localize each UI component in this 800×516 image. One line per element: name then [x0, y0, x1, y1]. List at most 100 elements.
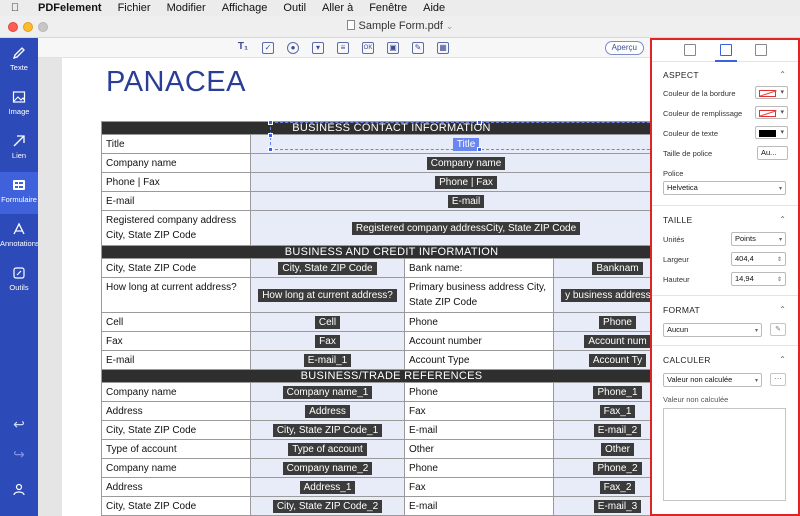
tab-align-icon[interactable] [684, 44, 696, 56]
button-icon[interactable]: OK [362, 42, 374, 54]
form-field[interactable]: Phone | Fax [249, 172, 650, 192]
form-field[interactable]: Other [552, 439, 650, 459]
menu-app-name[interactable]: PDFelement [30, 2, 110, 14]
signature-icon[interactable]: ✎ [412, 42, 424, 54]
form-field[interactable]: y business addressCity, [552, 277, 650, 313]
form-field[interactable]: E-mail [249, 191, 650, 211]
chevron-up-icon[interactable]: ⌃ [779, 215, 786, 224]
resize-handle[interactable] [268, 133, 273, 138]
form-field[interactable]: Phone_1 [552, 382, 650, 402]
table-row: Cell Cell Phone Phone [101, 312, 650, 332]
form-field[interactable]: Phone_2 [552, 458, 650, 478]
border-color-picker[interactable]: ▾ [755, 86, 788, 99]
fill-color-picker[interactable]: ▾ [755, 106, 788, 119]
field-name: Company name_1 [282, 385, 373, 399]
form-field[interactable]: Registered company addressCity, State ZI… [249, 210, 650, 246]
calc-script-textarea[interactable] [663, 408, 786, 501]
form-field[interactable]: Account Ty [552, 350, 650, 370]
redo-icon[interactable]: ↪ [0, 446, 38, 463]
sidebar-item-image[interactable]: Image [0, 84, 38, 126]
menu-fichier[interactable]: Fichier [110, 2, 159, 14]
sidebar-item-annotations[interactable]: Annotations [0, 216, 40, 258]
window-titlebar: Sample Form.pdf ⌄ [0, 16, 800, 38]
form-field[interactable]: Banknam [552, 258, 650, 278]
height-stepper[interactable]: 14,94 ⇕ [731, 272, 786, 286]
units-select[interactable]: Points ▾ [731, 232, 786, 246]
table-row: Fax Fax Account number Account num [101, 331, 650, 351]
form-field[interactable]: Fax [250, 331, 405, 351]
field-name: Title [452, 137, 480, 151]
apple-menu-icon[interactable]:  [0, 2, 30, 14]
menu-affichage[interactable]: Affichage [214, 2, 276, 14]
form-field[interactable]: Company name_1 [250, 382, 405, 402]
sidebar-item-lien[interactable]: Lien [0, 128, 38, 170]
form-field[interactable]: Cell [250, 312, 405, 332]
resize-handle[interactable] [477, 120, 482, 125]
font-label: Police [663, 169, 684, 178]
form-field[interactable]: Fax_2 [552, 477, 650, 497]
form-field[interactable]: City, State ZIP Code_2 [250, 496, 405, 516]
font-select[interactable]: Helvetica ▾ [663, 181, 786, 195]
tab-properties-icon[interactable] [720, 44, 732, 56]
form-field[interactable]: Title [249, 134, 650, 154]
text-color-picker[interactable]: ▾ [755, 126, 788, 139]
window-title[interactable]: Sample Form.pdf ⌄ [0, 20, 800, 32]
sidebar-item-texte[interactable]: Texte [0, 40, 38, 82]
form-field[interactable]: Address_1 [250, 477, 405, 497]
radio-icon[interactable]: ● [287, 42, 299, 54]
resize-handle[interactable] [268, 147, 273, 152]
chevron-up-icon[interactable]: ⌃ [779, 70, 786, 79]
preview-button[interactable]: Aperçu [604, 41, 644, 55]
combo-box-icon[interactable]: ▾ [312, 42, 324, 54]
image-field-icon[interactable]: ▣ [387, 42, 399, 54]
menu-fenetre[interactable]: Fenêtre [361, 2, 415, 14]
form-field[interactable]: E-mail_1 [250, 350, 405, 370]
tab-options-icon[interactable] [755, 44, 767, 56]
form-field[interactable]: Type of account [250, 439, 405, 459]
more-options-icon[interactable]: ⋯ [770, 373, 786, 386]
form-field[interactable]: Company name_2 [250, 458, 405, 478]
font-size-label: Taille de police [663, 149, 713, 158]
form-field[interactable]: Account num [552, 331, 650, 351]
tools-icon [13, 267, 25, 279]
field-name: Other [601, 442, 635, 456]
menu-aide[interactable]: Aide [415, 2, 453, 14]
table-row: Address Address_1 Fax Fax_2 [101, 477, 650, 497]
text-field-icon[interactable]: T₁ [237, 42, 249, 54]
checkbox-icon[interactable]: ✓ [262, 42, 274, 54]
menu-aller-a[interactable]: Aller à [314, 2, 361, 14]
form-field[interactable]: Address [250, 401, 405, 421]
sidebar-item-label: Annotations [0, 239, 40, 248]
resize-handle[interactable] [268, 120, 273, 125]
resize-handle[interactable] [477, 147, 482, 152]
undo-icon[interactable]: ↩ [0, 416, 38, 433]
form-field[interactable]: E-mail_3 [552, 496, 650, 516]
field-label: Phone [404, 382, 554, 402]
font-size-input[interactable]: Au... [757, 146, 788, 160]
form-field[interactable]: How long at current address? [250, 277, 405, 313]
field-label: Title [101, 134, 251, 154]
format-select[interactable]: Aucun ▾ [663, 323, 762, 337]
form-field[interactable]: City, State ZIP Code_1 [250, 420, 405, 440]
account-icon[interactable] [0, 482, 38, 499]
form-field[interactable]: Company name [249, 153, 650, 173]
no-color-swatch [759, 110, 776, 117]
table-row: E-mail E-mail [101, 191, 650, 211]
form-field[interactable]: E-mail_2 [552, 420, 650, 440]
edit-format-icon[interactable]: ✎ [770, 323, 786, 336]
form-field[interactable]: Phone [552, 312, 650, 332]
chevron-up-icon[interactable]: ⌃ [779, 355, 786, 364]
form-field[interactable]: City, State ZIP Code [250, 258, 405, 278]
sidebar-item-formulaire[interactable]: Formulaire [0, 172, 38, 214]
calc-select[interactable]: Valeur non calculée ▾ [663, 373, 762, 387]
chevron-up-icon[interactable]: ⌃ [779, 305, 786, 314]
form-field[interactable]: Fax_1 [552, 401, 650, 421]
align-icon[interactable]: ▦ [437, 42, 449, 54]
table-row: Company name Company name_1 Phone Phone_1 [101, 382, 650, 402]
sidebar-item-outils[interactable]: Outils [0, 260, 38, 302]
field-name: City, State ZIP Code_1 [272, 423, 383, 437]
width-stepper[interactable]: 404,4 ⇕ [731, 252, 786, 266]
list-box-icon[interactable]: ≡ [337, 42, 349, 54]
menu-outil[interactable]: Outil [275, 2, 314, 14]
menu-modifier[interactable]: Modifier [159, 2, 214, 14]
